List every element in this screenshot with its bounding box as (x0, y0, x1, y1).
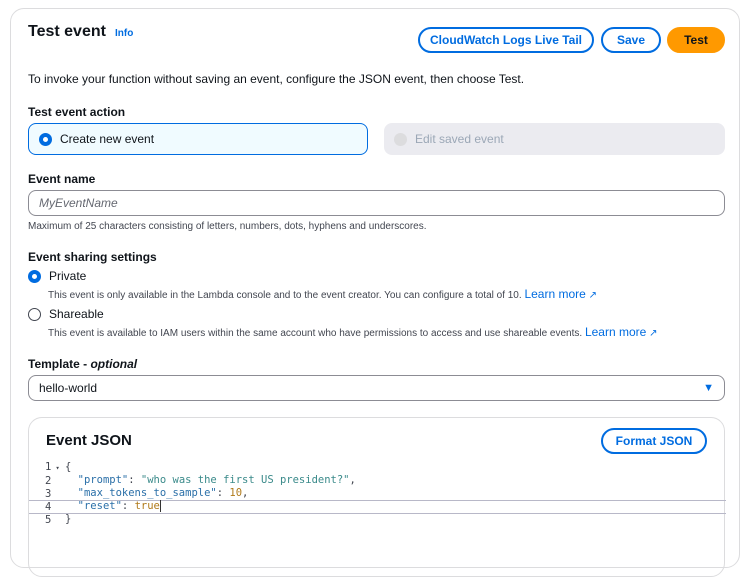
edit-saved-event-label: Edit saved event (415, 132, 504, 146)
shareable-label: Shareable (49, 307, 104, 321)
test-button[interactable]: Test (667, 27, 725, 53)
intro-text: To invoke your function without saving a… (28, 72, 525, 86)
radio-selected-icon (28, 269, 41, 283)
test-event-panel: Test event Info CloudWatch Logs Live Tai… (10, 8, 740, 577)
event-name-placeholder: MyEventName (39, 196, 118, 210)
external-link-icon: ↗ (588, 290, 597, 301)
cloudwatch-live-tail-button[interactable]: CloudWatch Logs Live Tail (418, 27, 594, 53)
template-select[interactable]: hello-world ▼ (28, 375, 725, 401)
json-editor[interactable]: { "prompt": "who was the first US presid… (65, 461, 356, 526)
private-description: This event is only available in the Lamb… (48, 290, 522, 301)
caret-down-icon: ▼ (703, 382, 714, 394)
info-link[interactable]: Info (115, 28, 133, 39)
template-value: hello-world (39, 381, 98, 395)
private-radio[interactable]: Private (28, 269, 86, 283)
radio-selected-icon (39, 132, 52, 146)
template-label: Template - optional (28, 357, 138, 371)
radio-unselected-icon (28, 307, 41, 321)
save-button[interactable]: Save (601, 27, 661, 53)
shareable-radio[interactable]: Shareable (28, 307, 104, 321)
test-event-action-label: Test event action (28, 105, 126, 119)
shareable-description: This event is available to IAM users wit… (48, 328, 583, 339)
create-new-event-label: Create new event (60, 132, 155, 146)
create-new-event-option[interactable]: Create new event (28, 123, 368, 155)
external-link-icon: ↗ (649, 328, 658, 339)
radio-disabled-icon (394, 132, 407, 146)
private-label: Private (49, 269, 87, 283)
format-json-button[interactable]: Format JSON (601, 428, 707, 454)
event-name-hint: Maximum of 25 characters consisting of l… (28, 221, 427, 232)
learn-more-link[interactable]: Learn more (524, 287, 585, 301)
event-name-input[interactable]: MyEventName (28, 190, 725, 216)
event-json-title: Event JSON (46, 432, 132, 449)
line-numbers: 1 ▾ 2 3 4 5 (45, 461, 60, 526)
event-name-label: Event name (28, 172, 96, 186)
text-cursor (159, 500, 161, 512)
sharing-label: Event sharing settings (28, 250, 157, 264)
page-title: Test event (28, 23, 106, 40)
event-json-container: Event JSON Format JSON 1 ▾ 2 3 4 5 { "prompt… (28, 417, 726, 577)
learn-more-link[interactable]: Learn more (585, 325, 646, 339)
edit-saved-event-option: Edit saved event (384, 123, 725, 155)
